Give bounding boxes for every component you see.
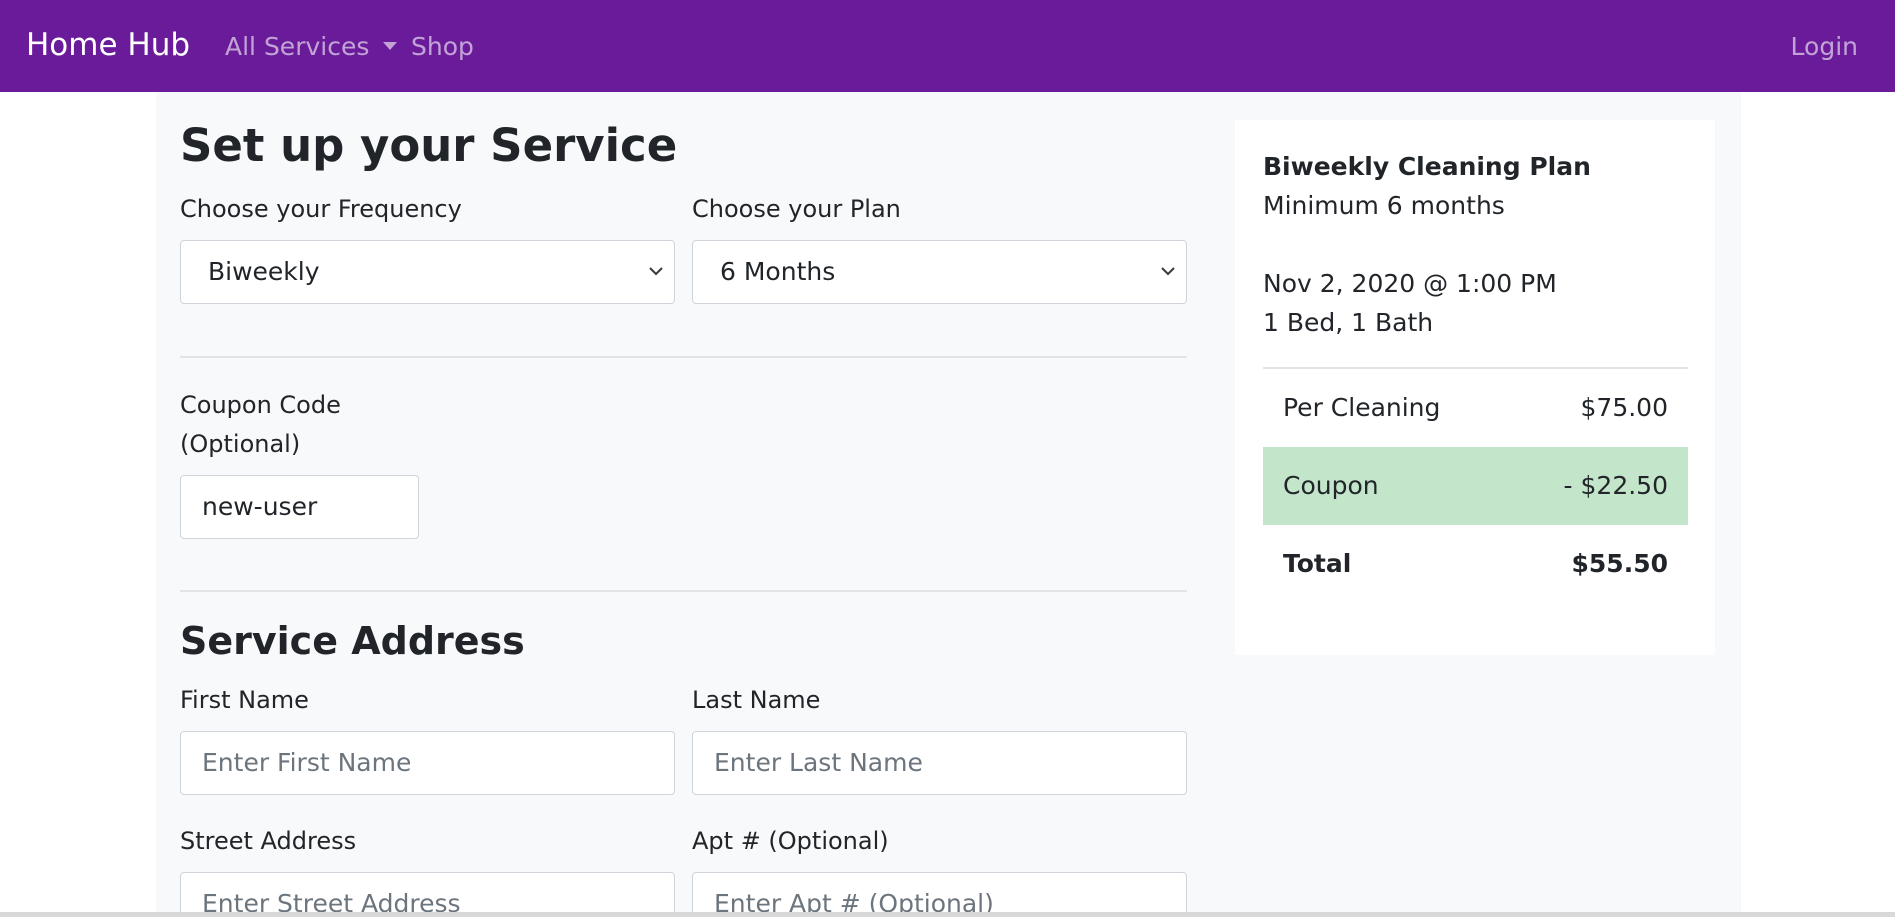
plan-name: Biweekly Cleaning Plan: [1263, 152, 1591, 181]
coupon-code-label: Coupon Code: [180, 391, 341, 419]
apt-input[interactable]: Enter Apt # (Optional): [692, 872, 1187, 917]
login-link[interactable]: Login: [1791, 32, 1858, 61]
plan-select[interactable]: 6 Months: [692, 240, 1187, 304]
coupon-amount: - $22.50: [1563, 471, 1668, 500]
horizontal-scrollbar[interactable]: [0, 912, 1895, 917]
service-address-heading: Service Address: [180, 619, 525, 663]
per-cleaning-label: Per Cleaning: [1283, 393, 1441, 422]
coupon-optional-label: (Optional): [180, 430, 301, 458]
top-navbar: Home Hub All Services Shop Login: [0, 0, 1895, 92]
plan-value: 6 Months: [720, 257, 836, 286]
last-name-input[interactable]: Enter Last Name: [692, 731, 1187, 795]
per-cleaning-amount: $75.00: [1580, 393, 1668, 422]
plan-label: Choose your Plan: [692, 195, 901, 223]
total-label: Total: [1283, 549, 1352, 578]
divider: [180, 590, 1187, 592]
chevron-down-icon: [649, 267, 663, 276]
coupon-row: Coupon - $22.50: [1263, 447, 1688, 525]
total-amount: $55.50: [1571, 549, 1668, 578]
street-address-input[interactable]: Enter Street Address: [180, 872, 675, 917]
frequency-value: Biweekly: [208, 257, 320, 286]
coupon-code-input[interactable]: new-user: [180, 475, 419, 539]
home-size: 1 Bed, 1 Bath: [1263, 308, 1434, 337]
chevron-down-icon: [1161, 267, 1175, 276]
divider: [180, 356, 1187, 358]
caret-down-icon: [383, 42, 398, 50]
shop-link[interactable]: Shop: [411, 32, 474, 61]
first-name-input[interactable]: Enter First Name: [180, 731, 675, 795]
first-name-label: First Name: [180, 686, 309, 714]
coupon-label: Coupon: [1283, 471, 1379, 500]
per-cleaning-row: Per Cleaning $75.00: [1263, 369, 1688, 447]
apt-label: Apt # (Optional): [692, 827, 889, 855]
page-title: Set up your Service: [180, 119, 678, 172]
appointment-datetime: Nov 2, 2020 @ 1:00 PM: [1263, 269, 1557, 298]
last-name-label: Last Name: [692, 686, 821, 714]
plan-minimum: Minimum 6 months: [1263, 191, 1505, 220]
frequency-select[interactable]: Biweekly: [180, 240, 675, 304]
total-row: Total $55.50: [1263, 525, 1688, 603]
all-services-dropdown[interactable]: All Services: [225, 32, 398, 61]
frequency-label: Choose your Frequency: [180, 195, 462, 223]
street-address-label: Street Address: [180, 827, 357, 855]
brand-link[interactable]: Home Hub: [26, 27, 190, 63]
all-services-label: All Services: [225, 32, 370, 61]
